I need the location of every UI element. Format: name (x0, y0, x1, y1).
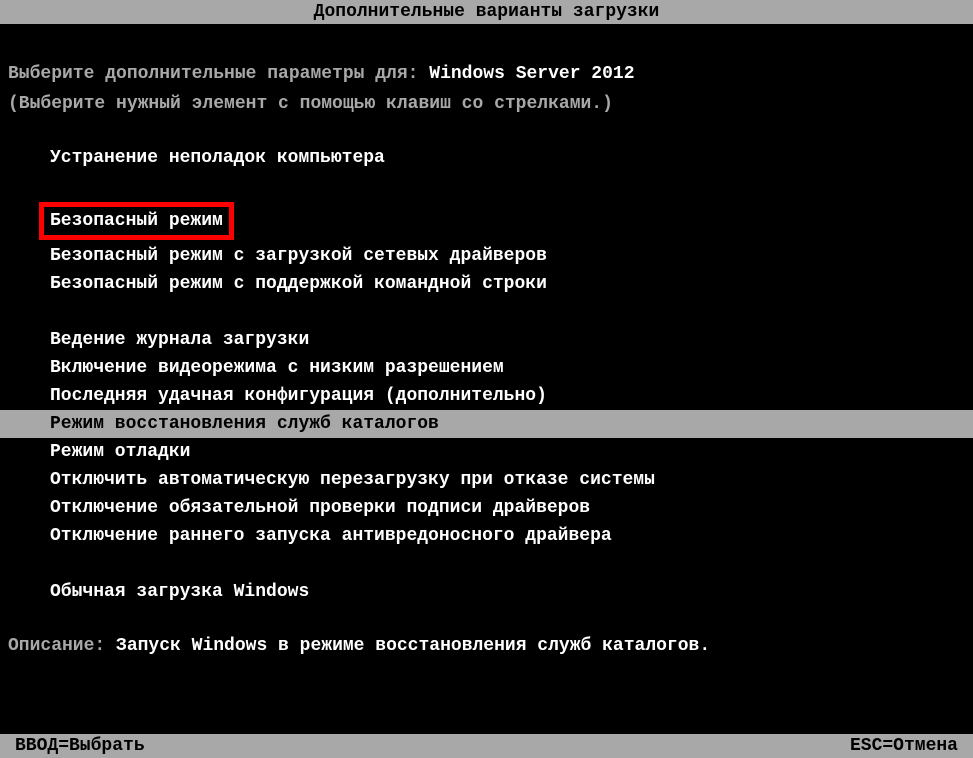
prompt-line: Выберите дополнительные параметры для: W… (8, 64, 965, 84)
option-boot-logging[interactable]: Ведение журнала загрузки (50, 326, 973, 354)
title-text: Дополнительные варианты загрузки (314, 2, 660, 22)
option-normal-boot[interactable]: Обычная загрузка Windows (50, 578, 973, 606)
description-label: Описание: (8, 636, 105, 656)
prompt-section: Выберите дополнительные параметры для: W… (0, 24, 973, 144)
footer-bar: ВВОД=Выбрать ESC=Отмена (0, 734, 973, 758)
option-safe-mode[interactable]: Безопасный режим (50, 200, 973, 242)
footer-select-hint: ВВОД=Выбрать (15, 736, 145, 756)
option-safe-mode-cmd[interactable]: Безопасный режим с поддержкой командной … (50, 270, 973, 298)
spacer (50, 172, 973, 200)
option-low-res-video[interactable]: Включение видеорежима с низким разрешени… (50, 354, 973, 382)
description-section: Описание: Запуск Windows в режиме восста… (0, 606, 973, 656)
instruction-text: (Выберите нужный элемент с помощью клави… (8, 94, 965, 114)
option-disable-driver-signature[interactable]: Отключение обязательной проверки подписи… (50, 494, 973, 522)
boot-options-list: Устранение неполадок компьютера Безопасн… (0, 144, 973, 606)
footer-cancel-hint: ESC=Отмена (850, 736, 958, 756)
option-dsrm[interactable]: Режим восстановления служб каталогов (0, 410, 973, 438)
option-debug-mode[interactable]: Режим отладки (50, 438, 973, 466)
highlight-box: Безопасный режим (39, 202, 234, 240)
option-disable-early-antimalware[interactable]: Отключение раннего запуска антивредоносн… (50, 522, 973, 550)
prompt-prefix: Выберите дополнительные параметры для: (8, 64, 418, 84)
spacer (50, 550, 973, 578)
description-text: Запуск Windows в режиме восстановления с… (116, 636, 710, 656)
option-last-known-good[interactable]: Последняя удачная конфигурация (дополнит… (50, 382, 973, 410)
os-name: Windows Server 2012 (429, 64, 634, 84)
option-disable-auto-restart[interactable]: Отключить автоматическую перезагрузку пр… (50, 466, 973, 494)
option-safe-mode-networking[interactable]: Безопасный режим с загрузкой сетевых дра… (50, 242, 973, 270)
content-area: Выберите дополнительные параметры для: W… (0, 24, 973, 734)
option-repair-computer[interactable]: Устранение неполадок компьютера (50, 144, 973, 172)
spacer (50, 298, 973, 326)
title-bar: Дополнительные варианты загрузки (0, 0, 973, 24)
